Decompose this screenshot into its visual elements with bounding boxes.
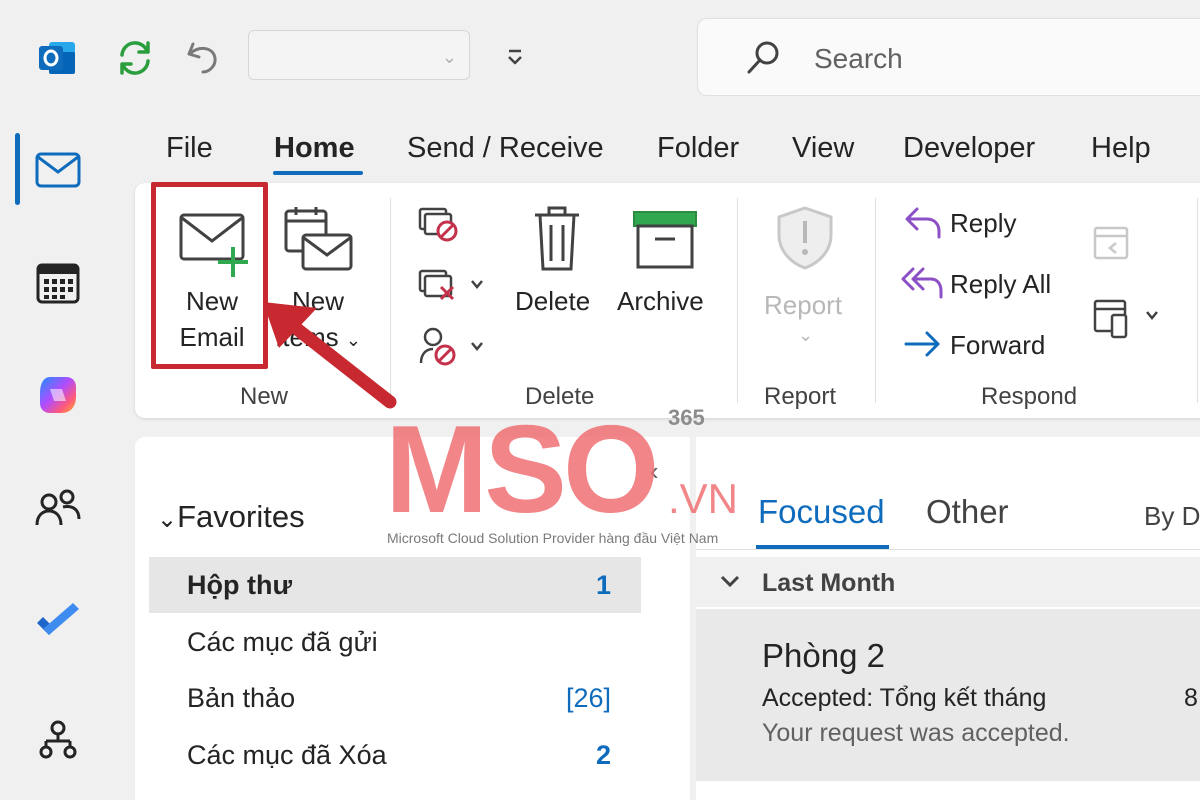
search-icon <box>742 37 784 79</box>
sort-by-button[interactable]: By D <box>1144 501 1200 532</box>
junk-icon[interactable] <box>417 325 487 372</box>
nav-active-indicator <box>15 133 20 205</box>
message-date: 8, <box>1184 684 1200 712</box>
report-button[interactable]: Report <box>764 287 842 323</box>
calendar-nav-icon[interactable] <box>28 253 88 313</box>
group-title: Last Month <box>762 569 896 597</box>
forward-icon <box>903 329 943 364</box>
watermark: MSO 365 .VN Microsoft Cloud Solution Pro… <box>385 405 765 555</box>
search-box[interactable]: Search <box>697 18 1200 96</box>
watermark-badge: 365 <box>668 405 705 430</box>
chevron-down-icon: ⌄ <box>798 325 814 345</box>
ribbon-separator <box>1197 198 1198 403</box>
folder-item-sent[interactable]: Các mục đã gửi <box>149 614 641 670</box>
watermark-tagline: Microsoft Cloud Solution Provider hàng đ… <box>387 530 719 546</box>
group-header[interactable]: Last Month <box>696 557 1200 607</box>
folder-count: 2 <box>595 740 611 770</box>
folder-count: [26] <box>565 683 611 713</box>
chevron-down-icon: ⌄ <box>441 47 457 67</box>
people-nav-icon[interactable] <box>28 477 88 537</box>
tab-help[interactable]: Help <box>1091 132 1151 165</box>
folder-item-drafts[interactable]: Bản thảo [26] <box>149 670 641 726</box>
folder-item-inbox[interactable]: Hộp thư 1 <box>149 557 641 613</box>
message-item[interactable]: Phòng 2 Accepted: Tổng kết tháng Your re… <box>696 609 1200 781</box>
message-list: Focused Other By D Last Month Phòng 2 Ac… <box>696 437 1200 800</box>
favorites-header[interactable]: ⌄Favorites <box>157 499 305 535</box>
chevron-down-icon: ⌄ <box>157 506 178 533</box>
outlook-logo-icon <box>35 36 79 80</box>
reply-button[interactable]: Reply <box>950 205 1016 241</box>
search-input[interactable]: Search <box>814 43 903 75</box>
tab-view[interactable]: View <box>792 132 854 165</box>
message-preview: Your request was accepted. <box>762 719 1070 747</box>
list-divider <box>696 549 1200 550</box>
tab-home[interactable]: Home <box>274 132 355 165</box>
tab-send-receive[interactable]: Send / Receive <box>407 132 604 165</box>
report-shield-icon <box>775 205 835 276</box>
new-items-icon <box>283 205 355 280</box>
folder-name: Hộp thư <box>187 570 293 600</box>
undo-icon[interactable] <box>180 35 226 81</box>
folder-count: 1 <box>595 570 611 600</box>
reply-all-button[interactable]: Reply All <box>950 266 1051 302</box>
folder-name: Các mục đã gửi <box>187 627 378 657</box>
org-explorer-nav-icon[interactable] <box>28 710 88 770</box>
clean-up-icon[interactable] <box>417 265 487 310</box>
folder-item-deleted[interactable]: Các mục đã Xóa 2 <box>149 727 641 783</box>
archive-button[interactable]: Archive <box>617 283 704 319</box>
todo-nav-icon[interactable] <box>28 593 88 653</box>
delete-icon <box>532 205 582 278</box>
delete-button[interactable]: Delete <box>515 283 590 319</box>
watermark-logo: MSO <box>385 401 659 539</box>
quick-access-dropdown[interactable]: ⌄ <box>248 30 470 80</box>
group-label-report: Report <box>764 383 837 410</box>
title-bar: ⌄ Search <box>0 0 1200 115</box>
annotation-arrow-icon <box>255 290 405 420</box>
tab-file[interactable]: File <box>166 132 213 165</box>
watermark-suffix: .VN <box>668 475 739 522</box>
mail-nav-icon[interactable] <box>28 140 88 200</box>
folder-name: Các mục đã Xóa <box>187 740 387 770</box>
left-nav-rail <box>0 115 115 800</box>
archive-icon <box>631 209 699 276</box>
folder-name: Bản thảo <box>187 683 296 713</box>
group-label-respond: Respond <box>981 383 1078 410</box>
message-sender: Phòng 2 <box>762 637 885 674</box>
sync-icon[interactable] <box>112 35 158 81</box>
copilot-nav-icon[interactable] <box>28 365 88 425</box>
ribbon-separator <box>875 198 876 403</box>
reply-all-icon <box>901 265 945 306</box>
message-subject: Accepted: Tổng kết tháng <box>762 684 1047 712</box>
tab-focused[interactable]: Focused <box>758 493 885 531</box>
ribbon-separator <box>737 198 738 403</box>
chevron-down-icon <box>718 569 742 598</box>
forward-button[interactable]: Forward <box>950 327 1045 363</box>
reply-icon <box>903 205 943 246</box>
tab-other[interactable]: Other <box>926 493 1009 531</box>
meeting-reply-icon[interactable] <box>1092 223 1132 266</box>
customize-toolbar-icon[interactable] <box>500 42 530 72</box>
active-tab-indicator <box>273 171 363 175</box>
ignore-icon[interactable] <box>417 203 461 248</box>
new-email-highlight-box <box>151 182 268 369</box>
tab-developer[interactable]: Developer <box>903 132 1035 165</box>
tab-folder[interactable]: Folder <box>657 132 739 165</box>
more-respond-icon[interactable] <box>1092 295 1164 344</box>
